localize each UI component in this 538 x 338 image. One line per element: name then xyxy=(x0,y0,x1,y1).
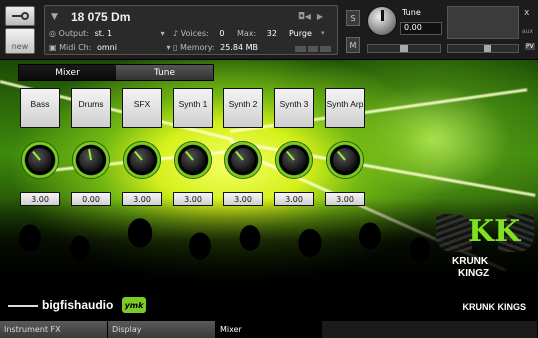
instrument-header: new ▼ 18 075 Dm ◘ ◀▶ ◎ Output: st. 1 ▾ ▣… xyxy=(0,0,538,60)
memory-value: 25.84 MB xyxy=(220,43,258,52)
channel-button-synth-1[interactable]: Synth 1 xyxy=(173,88,213,128)
bigfish-logo-icon xyxy=(8,305,38,307)
knob-drums[interactable] xyxy=(72,141,110,179)
new-button[interactable]: new xyxy=(5,28,35,54)
voices-label: Voices: xyxy=(180,29,209,38)
value-field-synth-2[interactable]: 3.00 xyxy=(223,192,263,206)
knob-synth-3[interactable] xyxy=(275,141,313,179)
logo-line-1: KRUNK xyxy=(452,256,489,267)
tab-mixer-bottom[interactable]: Mixer xyxy=(216,321,322,338)
max-value[interactable]: 32 xyxy=(267,29,277,38)
product-name: KRUNK KINGS xyxy=(462,302,526,312)
output-icon: ◎ xyxy=(49,29,59,38)
midi-icon: ▣ xyxy=(49,43,60,52)
publisher-badge: ymk xyxy=(122,297,146,313)
max-label: Max: xyxy=(237,29,257,38)
value-field-synth-3[interactable]: 3.00 xyxy=(274,192,314,206)
memory-icon: ▯ xyxy=(173,43,180,52)
tab-instrument-fx[interactable]: Instrument FX xyxy=(0,321,108,338)
knob-synth-2[interactable] xyxy=(224,141,262,179)
bottom-tab-filler xyxy=(322,321,538,338)
output-label: Output: xyxy=(58,29,90,38)
instrument-window: new ▼ 18 075 Dm ◘ ◀▶ ◎ Output: st. 1 ▾ ▣… xyxy=(0,0,538,338)
pv-button[interactable]: PV xyxy=(525,43,535,50)
knob-bass[interactable] xyxy=(21,141,59,179)
instrument-info-panel: ▼ 18 075 Dm ◘ ◀▶ ◎ Output: st. 1 ▾ ▣ Mid… xyxy=(44,5,338,55)
tune-knob[interactable] xyxy=(367,6,397,36)
tab-tune[interactable]: Tune xyxy=(116,65,213,80)
channel-button-sfx[interactable]: SFX xyxy=(122,88,162,128)
knob-synth-1[interactable] xyxy=(174,141,212,179)
instrument-name[interactable]: 18 075 Dm xyxy=(71,10,130,24)
midi-label: Midi Ch: xyxy=(59,43,92,52)
midi-value[interactable]: omni xyxy=(97,43,117,52)
publisher-name: bigfishaudio xyxy=(42,298,114,312)
logo-line-2: KINGZ xyxy=(458,268,490,279)
midi-dropdown-icon[interactable]: ▾ xyxy=(167,43,171,52)
tune-value-field[interactable]: 0.00 xyxy=(400,22,442,35)
tab-mixer[interactable]: Mixer xyxy=(19,65,116,80)
footer-bar: bigfishaudio ymk KRUNK KINGS xyxy=(0,293,538,321)
collapse-caret-icon[interactable]: ▼ xyxy=(51,12,58,22)
output-value[interactable]: st. 1 xyxy=(95,29,112,38)
logo-mark: KK xyxy=(468,214,521,249)
value-field-drums[interactable]: 0.00 xyxy=(71,192,111,206)
tab-display[interactable]: Display xyxy=(108,321,216,338)
level-display xyxy=(447,6,519,39)
channel-button-synth-2[interactable]: Synth 2 xyxy=(223,88,263,128)
volume-slider[interactable] xyxy=(447,44,519,53)
purge-button[interactable]: Purge xyxy=(289,29,312,38)
memory-label: Memory: xyxy=(179,43,215,52)
voices-icon: ♪ xyxy=(173,29,181,38)
channel-button-bass[interactable]: Bass xyxy=(20,88,60,128)
cpu-meter xyxy=(295,46,332,52)
value-field-bass[interactable]: 3.00 xyxy=(20,192,60,206)
bottom-tab-bar: Instrument FX Display Mixer xyxy=(0,321,538,338)
tune-label: Tune xyxy=(402,8,421,17)
purge-dropdown-icon[interactable]: ▾ xyxy=(321,29,325,37)
solo-button[interactable]: S xyxy=(346,10,360,26)
knob-synth-arp[interactable] xyxy=(326,141,364,179)
voices-value: 0 xyxy=(219,29,225,38)
close-button[interactable]: x xyxy=(524,8,529,18)
left-wing-icon xyxy=(436,214,472,252)
krunk-kingz-logo: KK KRUNK KINGZ xyxy=(436,196,534,292)
view-tab-bar: Mixer Tune xyxy=(18,64,214,81)
channel-button-drums[interactable]: Drums xyxy=(71,88,111,128)
channel-button-synth-3[interactable]: Synth 3 xyxy=(274,88,314,128)
knob-sfx[interactable] xyxy=(123,141,161,179)
channel-button-synth-arp[interactable]: Synth Arp xyxy=(325,88,365,128)
value-field-synth-1[interactable]: 3.00 xyxy=(173,192,213,206)
wrench-icon[interactable] xyxy=(5,6,35,26)
value-field-synth-arp[interactable]: 3.00 xyxy=(325,192,365,206)
value-field-sfx[interactable]: 3.00 xyxy=(122,192,162,206)
aux-button[interactable]: aux xyxy=(522,28,533,35)
mute-button[interactable]: M xyxy=(346,37,360,53)
output-dropdown-icon[interactable]: ▾ xyxy=(161,29,165,38)
prev-next-arrows-icon[interactable]: ◀▶ xyxy=(305,12,329,21)
pan-slider[interactable] xyxy=(367,44,441,53)
